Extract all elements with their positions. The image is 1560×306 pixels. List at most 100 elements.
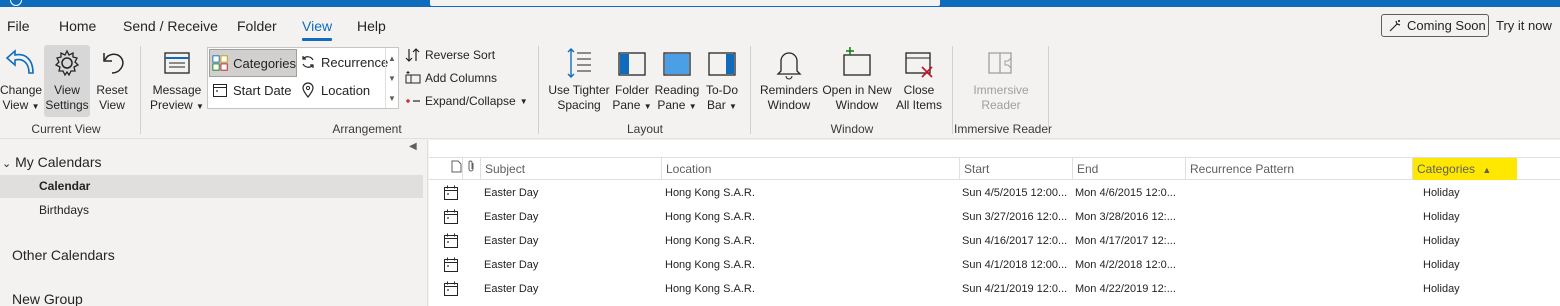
cell-categories: Holiday: [1423, 259, 1460, 271]
close-all-items-button[interactable]: Close All Items: [895, 45, 943, 113]
reset-view-button[interactable]: Reset View: [94, 45, 130, 113]
column-recurrence-header[interactable]: Recurrence Pattern: [1185, 158, 1412, 180]
arrange-start-date[interactable]: Start Date: [212, 82, 292, 98]
add-columns-button[interactable]: Add Columns: [405, 70, 497, 86]
spacing-icon: [567, 48, 591, 78]
menu-folder[interactable]: Folder: [237, 18, 277, 34]
folder-pane-button[interactable]: Folder Pane ▼: [612, 45, 652, 114]
cell-recurrence: [1189, 181, 1409, 205]
table-row[interactable]: Easter Day Hong Kong S.A.R. Sun 4/1/2018 1…: [429, 253, 1560, 277]
expand-collapse-icon: [406, 99, 420, 103]
cell-start: Sun 4/5/2015 12:00...: [962, 187, 1068, 199]
more-options-icon[interactable]: ▼: [386, 88, 398, 108]
column-start-header[interactable]: Start: [959, 158, 1072, 180]
chevron-down-icon: ▼: [519, 96, 528, 106]
calendar-list-view: Subject Location Start End Recurrence Pa…: [429, 140, 1560, 306]
chevron-down-icon: ▼: [31, 102, 40, 111]
layout-group-label: Layout: [626, 122, 664, 136]
cell-end: Mon 3/28/2016 12:...: [1075, 211, 1176, 223]
my-calendars-header[interactable]: ⌄ My Calendars: [2, 154, 101, 170]
collapse-pane-icon[interactable]: ◀: [409, 141, 417, 152]
cell-recurrence: [1189, 205, 1409, 229]
list-top-bar: [429, 140, 1560, 157]
menu-file[interactable]: File: [7, 18, 30, 34]
cell-location: Hong Kong S.A.R.: [665, 283, 755, 295]
arrangement-scrollbar[interactable]: ▲ ▼ ▼: [385, 48, 398, 108]
column-subject-header[interactable]: Subject: [480, 158, 661, 180]
try-it-now-label: Try it now: [1496, 18, 1552, 33]
cell-end: Mon 4/2/2018 12:0...: [1075, 259, 1176, 271]
cell-subject: Easter Day: [484, 283, 539, 295]
todo-bar-icon: [708, 52, 736, 76]
scroll-up-icon[interactable]: ▲: [386, 48, 398, 68]
recurrence-icon: [302, 56, 314, 68]
todo-bar-button[interactable]: To-Do Bar ▼: [703, 45, 741, 114]
cell-recurrence: [1189, 253, 1409, 277]
group-separator: [140, 46, 141, 134]
table-row[interactable]: Easter Day Hong Kong S.A.R. Sun 4/5/2015 1…: [429, 181, 1560, 205]
window-group-label: Window: [830, 122, 874, 136]
close-all-icon: [905, 52, 933, 78]
reverse-sort-button[interactable]: Reverse Sort: [405, 47, 495, 63]
calendar-icon: [443, 277, 463, 301]
search-box[interactable]: [430, 0, 940, 6]
cell-end: Mon 4/6/2015 12:0...: [1075, 187, 1176, 199]
arrange-recurrence[interactable]: Recurrence: [300, 54, 388, 70]
calendar-icon: [443, 253, 463, 277]
cell-categories: Holiday: [1423, 283, 1460, 295]
sidebar-item-birthdays[interactable]: Birthdays: [0, 199, 423, 222]
new-group-header[interactable]: New Group: [12, 291, 83, 306]
view-settings-button[interactable]: View Settings: [44, 45, 90, 117]
column-categories-header[interactable]: Categories ▲: [1413, 158, 1517, 180]
open-in-new-window-button[interactable]: Open in New Window: [821, 45, 893, 113]
change-view-button[interactable]: Change View ▼: [0, 45, 42, 114]
cell-subject: Easter Day: [484, 259, 539, 271]
cell-location: Hong Kong S.A.R.: [665, 235, 755, 247]
message-preview-button[interactable]: Message Preview ▼: [150, 45, 204, 114]
reminders-window-button[interactable]: Reminders Window: [759, 45, 819, 113]
menu-view[interactable]: View: [302, 18, 333, 41]
arrangement-group-label: Arrangement: [332, 122, 402, 136]
sidebar-item-calendar[interactable]: Calendar: [0, 175, 423, 198]
column-icon-header[interactable]: [447, 158, 462, 180]
column-header-row: Subject Location Start End Recurrence Pa…: [429, 157, 1560, 180]
menu-bar: File Home Send / Receive Folder View Hel…: [0, 7, 1560, 43]
menu-send-receive[interactable]: Send / Receive: [123, 18, 218, 34]
scroll-down-icon[interactable]: ▼: [386, 68, 398, 88]
sparkle-icon: [1389, 19, 1401, 31]
use-tighter-spacing-button[interactable]: Use Tighter Spacing: [546, 45, 612, 113]
app-icon: [10, 0, 22, 6]
ribbon: Change View ▼ View Settings Reset View C…: [0, 43, 1560, 139]
coming-soon-toggle[interactable]: Coming Soon: [1381, 14, 1489, 37]
immersive-reader-button[interactable]: Immersive Reader: [970, 45, 1032, 113]
menu-help[interactable]: Help: [357, 18, 386, 34]
calendar-icon: [443, 181, 463, 205]
group-separator: [1048, 46, 1049, 134]
table-row[interactable]: Easter Day Hong Kong S.A.R. Sun 3/27/2016 …: [429, 205, 1560, 229]
current-view-group-label: Current View: [31, 122, 101, 136]
bell-icon: [776, 52, 802, 80]
folder-pane: ◀ ⌄ My Calendars Calendar Birthdays Othe…: [0, 140, 428, 306]
table-row[interactable]: Easter Day Hong Kong S.A.R. Sun 4/16/2017 …: [429, 229, 1560, 253]
paperclip-icon: [468, 160, 474, 172]
expand-collapse-button[interactable]: Expand/Collapse ▼: [405, 93, 528, 109]
arrange-categories[interactable]: Categories: [209, 49, 297, 77]
cell-subject: Easter Day: [484, 187, 539, 199]
chevron-down-icon: ⌄: [2, 158, 12, 170]
coming-soon-label: Coming Soon: [1407, 18, 1486, 33]
table-row[interactable]: Easter Day Hong Kong S.A.R. Sun 4/21/2019 …: [429, 277, 1560, 301]
arrangement-gallery: Categories Recurrence Start Date Locatio…: [207, 47, 399, 109]
column-end-header[interactable]: End: [1072, 158, 1185, 180]
arrange-location[interactable]: Location: [300, 82, 370, 98]
cell-start: Sun 4/21/2019 12:0...: [962, 283, 1068, 295]
other-calendars-header[interactable]: Other Calendars: [12, 247, 115, 263]
document-icon: [451, 160, 462, 173]
column-location-header[interactable]: Location: [661, 158, 959, 180]
menu-home[interactable]: Home: [59, 18, 96, 34]
reading-pane-button[interactable]: Reading Pane ▼: [654, 45, 700, 114]
calendar-icon: [213, 84, 227, 97]
cell-recurrence: [1189, 229, 1409, 253]
column-attachment-header[interactable]: [462, 158, 482, 180]
folder-pane-icon: [618, 52, 646, 76]
gear-icon: [54, 49, 80, 77]
